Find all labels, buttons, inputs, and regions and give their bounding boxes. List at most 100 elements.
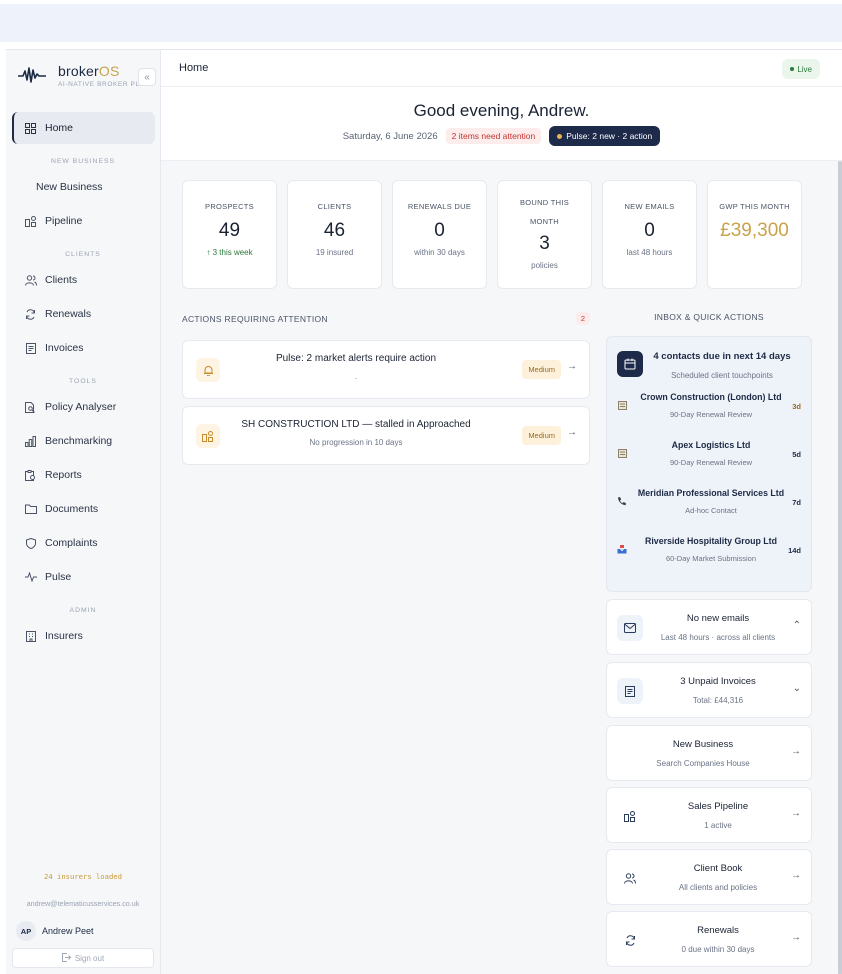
user-profile[interactable]: AP Andrew Peet [6, 920, 160, 942]
quick-action-emails[interactable]: No new emails Last 48 hours · across all… [606, 599, 812, 655]
stat-value: 49 [218, 220, 241, 241]
qa-sub: All clients and policies [678, 883, 758, 892]
section-tools: TOOLS [69, 378, 97, 385]
building-icon [24, 630, 37, 643]
sign-out-button[interactable]: Sign out [12, 948, 154, 968]
chevron-down-icon[interactable]: ⌄ [793, 683, 801, 694]
contact-item[interactable]: Meridian Professional Services Ltd Ad-ho… [607, 482, 811, 530]
sidebar-item-documents[interactable]: Documents [12, 493, 155, 525]
stat-sub: within 30 days [414, 248, 465, 257]
sidebar-item-complaints[interactable]: Complaints [12, 527, 155, 559]
pipeline-icon [196, 424, 220, 448]
document-icon [617, 448, 627, 458]
sidebar-nav: Home NEW BUSINESS New Business Pipeline … [6, 100, 160, 652]
actions-header: ACTIONS REQUIRING ATTENTION 2 [182, 312, 590, 325]
action-card-pulse-alerts[interactable]: Pulse: 2 market alerts require action . … [182, 340, 590, 399]
arrow-right-icon: → [791, 808, 801, 819]
sidebar-item-label: Renewals [45, 308, 92, 320]
stat-label: GWP THIS MONTH [719, 202, 790, 211]
stat-bound-this-month[interactable]: BOUND THIS MONTH 3 policies [497, 180, 592, 289]
arrow-right-icon: → [567, 361, 577, 372]
file-search-icon [24, 401, 37, 414]
stat-label: BOUND THIS MONTH [519, 198, 570, 226]
qa-sub: 1 active [704, 821, 732, 830]
contacts-header[interactable]: 4 contacts due in next 14 days Scheduled… [607, 337, 811, 380]
invoice-icon [24, 342, 37, 355]
contact-item[interactable]: Crown Construction (London) Ltd 90-Day R… [607, 386, 811, 434]
priority-badge: Medium [522, 426, 561, 445]
sidebar-item-clients[interactable]: Clients [12, 264, 155, 296]
arrow-right-icon: → [791, 870, 801, 881]
sidebar-item-renewals[interactable]: Renewals [12, 298, 155, 330]
contact-name: Crown Construction (London) Ltd [640, 392, 782, 402]
qa-title: 3 Unpaid Invoices [680, 676, 756, 687]
sidebar-item-invoices[interactable]: Invoices [12, 332, 155, 364]
stat-label: NEW EMAILS [624, 202, 675, 211]
live-status-badge: Live [782, 59, 820, 79]
stat-label: PROSPECTS [205, 202, 254, 211]
pipeline-icon [24, 215, 37, 228]
qa-title: Client Book [693, 863, 743, 874]
bar-chart-icon [24, 435, 37, 448]
stat-sub: ↑ 3 this week [206, 248, 253, 257]
section-admin: ADMIN [69, 607, 97, 614]
stat-value: 46 [323, 220, 346, 241]
document-icon [617, 400, 627, 410]
stat-clients[interactable]: CLIENTS 46 19 insured [287, 180, 382, 289]
browser-top-band [0, 4, 842, 42]
contacts-sub: Scheduled client touchpoints [671, 371, 773, 380]
contact-days: 3d [792, 402, 801, 411]
attention-badge[interactable]: 2 items need attention [445, 128, 542, 144]
quick-action-sales-pipeline[interactable]: Sales Pipeline 1 active → [606, 787, 812, 843]
report-icon [24, 469, 37, 482]
stat-sub: last 48 hours [626, 248, 673, 257]
sidebar-item-new-business[interactable]: New Business [12, 171, 155, 203]
sidebar-item-pipeline[interactable]: Pipeline [12, 205, 155, 237]
contact-item[interactable]: Riverside Hospitality Group Ltd 60-Day M… [607, 530, 811, 578]
sidebar-item-pulse[interactable]: Pulse [12, 561, 155, 593]
chevron-up-icon[interactable]: ⌃ [793, 620, 801, 631]
invoice-icon [617, 678, 643, 704]
stat-new-emails[interactable]: NEW EMAILS 0 last 48 hours [602, 180, 697, 289]
priority-badge: Medium [522, 360, 561, 379]
sidebar-item-label: Documents [45, 503, 99, 515]
action-card-sh-construction[interactable]: SH CONSTRUCTION LTD — stalled in Approac… [182, 406, 590, 465]
collapse-sidebar-button[interactable]: « [138, 68, 156, 86]
waveform-logo-icon [18, 67, 46, 83]
live-dot-icon [790, 67, 795, 71]
pipeline-icon [617, 803, 643, 829]
users-icon [24, 274, 37, 287]
brand: brokerOS AI-NATIVE BROKER PLAT « [6, 50, 160, 100]
quick-action-client-book[interactable]: Client Book All clients and policies → [606, 849, 812, 905]
quick-action-renewals[interactable]: Renewals 0 due within 30 days → [606, 911, 812, 967]
sidebar-item-label: Reports [45, 469, 82, 481]
sidebar-item-label: Pulse [45, 571, 72, 583]
pulse-badge[interactable]: Pulse: 2 new · 2 action [549, 126, 661, 146]
stat-renewals-due[interactable]: RENEWALS DUE 0 within 30 days [392, 180, 487, 289]
grid-icon [24, 122, 37, 135]
stat-prospects[interactable]: PROSPECTS 49 ↑ 3 this week [182, 180, 277, 289]
sidebar-item-insurers[interactable]: Insurers [12, 620, 155, 652]
quick-action-unpaid-invoices[interactable]: 3 Unpaid Invoices Total: £44,316 ⌄ [606, 662, 812, 718]
main-content: Home Live Good evening, Andrew. Saturday… [161, 50, 842, 974]
inbox-tray-icon [617, 544, 627, 554]
contact-item[interactable]: Apex Logistics Ltd 90-Day Renewal Review… [607, 434, 811, 482]
arrow-right-icon: → [791, 932, 801, 943]
app-shell: brokerOS AI-NATIVE BROKER PLAT « Home NE… [6, 49, 842, 974]
actions-count-badge: 2 [575, 312, 590, 325]
sidebar-item-reports[interactable]: Reports [12, 459, 155, 491]
inbox-title: INBOX & QUICK ACTIONS [654, 312, 764, 322]
brand-name: brokerOS [58, 62, 120, 79]
stat-gwp-this-month[interactable]: GWP THIS MONTH £39,300 [707, 180, 802, 289]
stat-label: RENEWALS DUE [407, 202, 472, 211]
sidebar-item-policy-analyser[interactable]: Policy Analyser [12, 391, 155, 423]
pulse-dot-icon [557, 133, 563, 139]
sidebar-item-home[interactable]: Home [12, 112, 155, 144]
scrollbar[interactable] [838, 161, 842, 974]
qa-sub: Total: £44,316 [692, 696, 744, 705]
logout-icon [61, 952, 72, 964]
page-title: Home [179, 62, 209, 74]
contacts-title: 4 contacts due in next 14 days [653, 351, 791, 362]
sidebar-item-benchmarking[interactable]: Benchmarking [12, 425, 155, 457]
quick-action-new-business[interactable]: New Business Search Companies House → [606, 725, 812, 781]
